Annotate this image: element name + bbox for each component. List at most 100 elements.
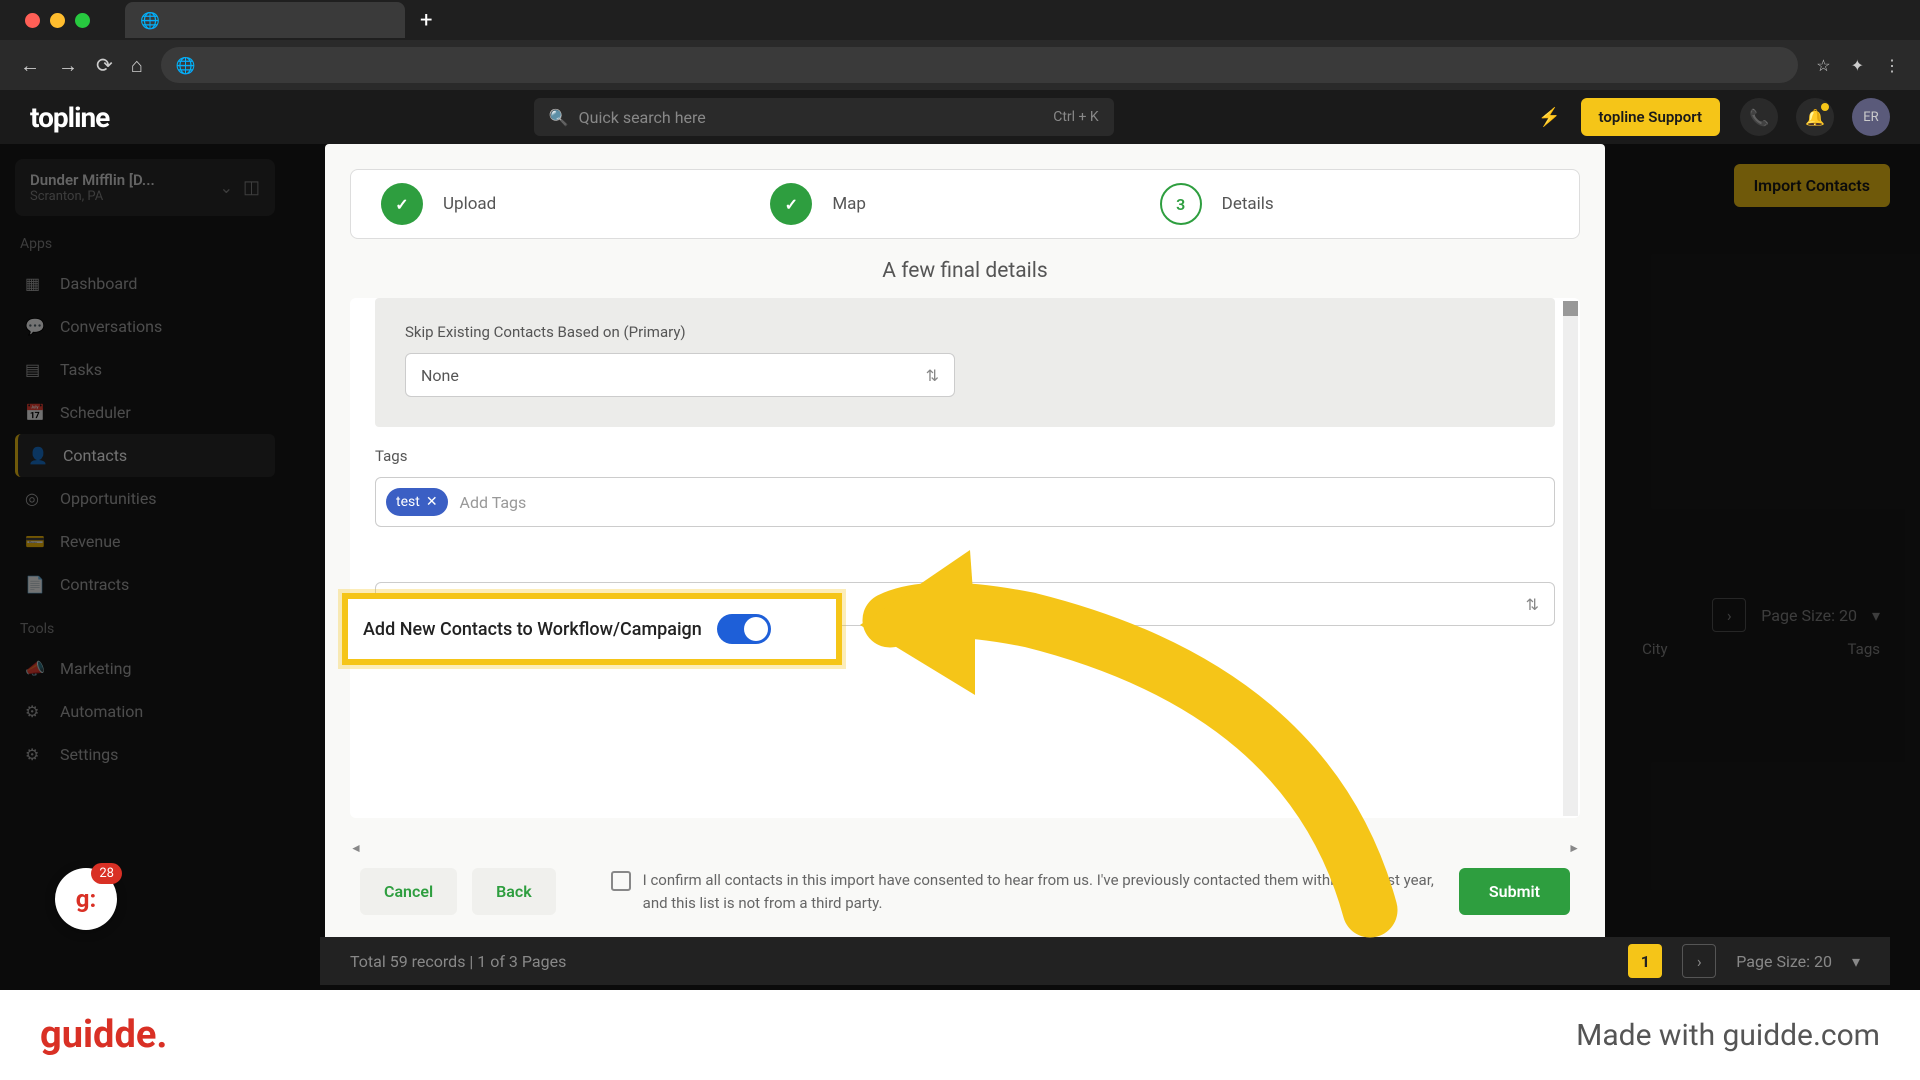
doc-icon: 📄 — [25, 575, 45, 594]
step-details: 3 Details — [1160, 183, 1549, 225]
guidde-attribution: Made with guidde.com — [1576, 1018, 1880, 1053]
skip-label: Skip Existing Contacts Based on (Primary… — [405, 323, 1525, 341]
widget-badge: 28 — [91, 863, 122, 884]
sidebar-item-conversations[interactable]: 💬Conversations — [15, 305, 275, 348]
notification-dot — [1821, 103, 1829, 111]
new-tab-button[interactable]: + — [420, 8, 432, 33]
logo: topline — [30, 101, 109, 134]
pagination-text: Total 59 records | 1 of 3 Pages — [350, 952, 1628, 971]
page-size-select[interactable]: Page Size: 20 — [1736, 952, 1832, 971]
page-next-top[interactable]: › — [1712, 598, 1746, 632]
sidebar-item-contracts[interactable]: 📄Contracts — [15, 563, 275, 606]
tag-chip[interactable]: test ✕ — [386, 488, 448, 516]
cancel-button[interactable]: Cancel — [360, 868, 457, 915]
consent-checkbox[interactable] — [611, 871, 631, 891]
sidebar-item-dashboard[interactable]: ▦Dashboard — [15, 262, 275, 305]
avatar[interactable]: ER — [1852, 98, 1890, 136]
forward-icon[interactable]: → — [58, 53, 78, 78]
panel-toggle-icon[interactable]: ◫ — [243, 177, 260, 198]
dashboard-icon: ▦ — [25, 274, 45, 293]
pagination-bar: Total 59 records | 1 of 3 Pages 1 › Page… — [320, 937, 1890, 985]
chevron-down-icon: ▾ — [1872, 606, 1880, 625]
reload-icon[interactable]: ⟳ — [96, 53, 113, 77]
tools-section-label: Tools — [20, 621, 275, 637]
help-widget[interactable]: g: 28 — [55, 868, 117, 930]
updown-icon: ⇅ — [926, 366, 939, 385]
sidebar-item-marketing[interactable]: 📣Marketing — [15, 647, 275, 690]
chevron-down-icon: ⌄ — [220, 178, 233, 197]
import-contacts-button[interactable]: Import Contacts — [1734, 164, 1890, 207]
apps-section-label: Apps — [20, 236, 275, 252]
workflow-toggle-label: Add New Contacts to Workflow/Campaign — [363, 619, 702, 640]
search-shortcut: Ctrl + K — [1053, 109, 1099, 125]
page-1-button[interactable]: 1 — [1628, 944, 1662, 978]
back-icon[interactable]: ← — [20, 53, 40, 78]
card-icon: 💳 — [25, 532, 45, 551]
browser-chrome: 🌐 + ← → ⟳ ⌂ 🌐 ☆ ✦ ⋮ — [0, 0, 1920, 90]
bolt-icon[interactable]: ⚡ — [1538, 107, 1560, 128]
chevron-down-icon: ▾ — [1852, 952, 1860, 971]
check-icon: ✓ — [381, 183, 423, 225]
sidebar-item-revenue[interactable]: 💳Revenue — [15, 520, 275, 563]
check-icon: ✓ — [770, 183, 812, 225]
globe-icon: 🌐 — [140, 11, 160, 30]
bell-icon[interactable]: 🔔 — [1796, 98, 1834, 136]
tab-bar: 🌐 + — [0, 0, 1920, 40]
minimize-window-icon[interactable] — [50, 13, 65, 28]
tags-input[interactable]: test ✕ Add Tags — [375, 477, 1555, 527]
skip-select[interactable]: None ⇅ — [405, 353, 955, 397]
sidebar-item-tasks[interactable]: ▤Tasks — [15, 348, 275, 391]
import-modal: ✓ Upload ✓ Map 3 Details A few final det… — [325, 144, 1605, 954]
updown-icon: ⇅ — [1526, 595, 1539, 614]
page-size-top[interactable]: Page Size: 20 — [1761, 606, 1857, 625]
menu-icon[interactable]: ⋮ — [1884, 56, 1900, 75]
scroll-thumb[interactable] — [1563, 301, 1578, 316]
highlight-callout: Add New Contacts to Workflow/Campaign — [342, 593, 842, 665]
step-label: Map — [832, 194, 866, 214]
sidebar: Dunder Mifflin [D... Scranton, PA ⌄ ◫ Ap… — [0, 144, 290, 990]
consent-block: I confirm all contacts in this import ha… — [611, 869, 1444, 914]
close-window-icon[interactable] — [25, 13, 40, 28]
step-number: 3 — [1160, 183, 1202, 225]
star-icon[interactable]: ☆ — [1816, 56, 1830, 75]
step-map: ✓ Map — [770, 183, 1159, 225]
nav-bar: ← → ⟳ ⌂ 🌐 ☆ ✦ ⋮ — [0, 40, 1920, 90]
extensions-icon[interactable]: ✦ — [1851, 56, 1864, 75]
scroll-left-icon[interactable]: ◄ — [350, 841, 362, 856]
url-bar[interactable]: 🌐 — [161, 47, 1798, 83]
step-label: Upload — [443, 194, 496, 214]
nav-right: ☆ ✦ ⋮ — [1816, 56, 1900, 75]
phone-icon[interactable]: 📞 — [1740, 98, 1778, 136]
sidebar-item-automation[interactable]: ⚙Automation — [15, 690, 275, 733]
search-input[interactable]: 🔍 Quick search here Ctrl + K — [534, 98, 1114, 136]
header-icons: 📞 🔔 ER — [1740, 98, 1890, 136]
support-button[interactable]: topline Support — [1581, 98, 1720, 136]
tags-section: Tags test ✕ Add Tags — [375, 447, 1555, 527]
app-header: topline 🔍 Quick search here Ctrl + K ⚡ t… — [0, 90, 1920, 144]
gear-icon: ⚙ — [25, 702, 45, 721]
submit-button[interactable]: Submit — [1459, 868, 1570, 915]
scroll-right-icon[interactable]: ► — [1568, 841, 1580, 856]
widget-icon: g: — [76, 885, 96, 913]
tags-placeholder: Add Tags — [460, 493, 527, 512]
column-city: City — [1642, 640, 1667, 658]
sidebar-item-scheduler[interactable]: 📅Scheduler — [15, 391, 275, 434]
sidebar-item-opportunities[interactable]: ◎Opportunities — [15, 477, 275, 520]
browser-tab[interactable]: 🌐 — [125, 2, 405, 38]
sidebar-item-settings[interactable]: ⚙Settings — [15, 733, 275, 776]
contacts-icon: 👤 — [28, 446, 48, 465]
sidebar-item-contacts[interactable]: 👤Contacts — [15, 434, 275, 477]
page-next-button[interactable]: › — [1682, 944, 1716, 978]
scrollbar[interactable] — [1563, 301, 1578, 816]
back-button[interactable]: Back — [472, 868, 556, 915]
workflow-toggle[interactable] — [717, 614, 771, 644]
chat-icon: 💬 — [25, 317, 45, 336]
search-placeholder: Quick search here — [579, 108, 706, 127]
toggle-knob — [744, 617, 768, 641]
guidde-logo: guidde. — [40, 1013, 167, 1057]
home-icon[interactable]: ⌂ — [131, 53, 143, 78]
org-selector[interactable]: Dunder Mifflin [D... Scranton, PA ⌄ ◫ — [15, 159, 275, 216]
remove-tag-icon[interactable]: ✕ — [426, 494, 438, 510]
maximize-window-icon[interactable] — [75, 13, 90, 28]
step-label: Details — [1222, 194, 1274, 214]
